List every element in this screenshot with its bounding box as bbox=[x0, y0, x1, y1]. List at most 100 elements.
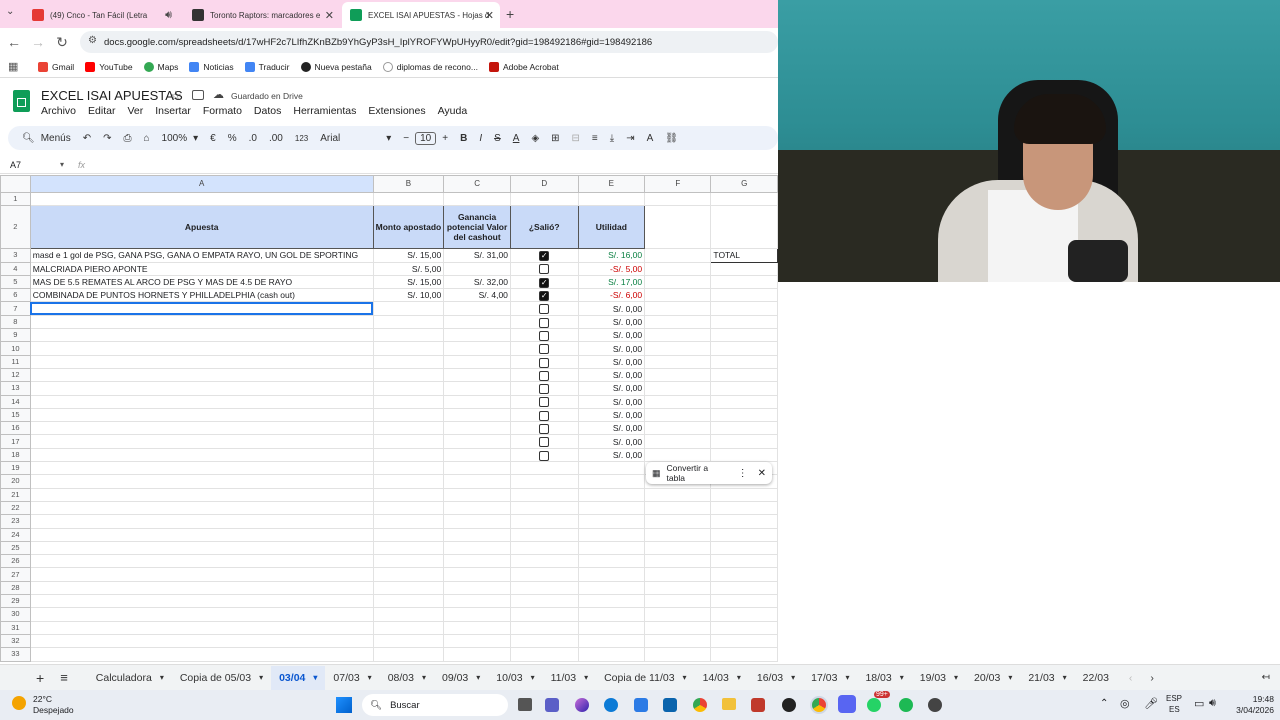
cell-utilidad[interactable] bbox=[577, 474, 646, 489]
menu-editar[interactable]: Editar bbox=[88, 105, 115, 117]
cell-utilidad[interactable]: S/. 0,00 bbox=[577, 447, 646, 463]
chevron-down-icon[interactable]: ▾ bbox=[386, 133, 391, 144]
row-header[interactable]: 11 bbox=[0, 354, 31, 369]
chevron-down-icon[interactable]: ▾ bbox=[259, 673, 263, 682]
cell[interactable] bbox=[644, 554, 712, 569]
forward-arrow-icon[interactable]: → bbox=[26, 34, 50, 50]
cell[interactable] bbox=[644, 191, 712, 207]
cell[interactable] bbox=[644, 288, 712, 303]
cell[interactable] bbox=[710, 580, 778, 596]
row-header[interactable]: 9 bbox=[0, 328, 31, 343]
cell-monto[interactable] bbox=[372, 594, 445, 609]
cell[interactable] bbox=[710, 567, 778, 582]
microphone-icon[interactable]: 🎤︎ bbox=[1144, 697, 1158, 710]
cell[interactable] bbox=[29, 191, 374, 207]
cell-monto[interactable] bbox=[372, 394, 445, 409]
cell-ganancia[interactable]: S/. 32,00 bbox=[443, 274, 511, 290]
tab-search-chevron-icon[interactable]: ⌄ bbox=[6, 6, 14, 17]
cell-apuesta[interactable] bbox=[29, 328, 374, 343]
cell-apuesta[interactable] bbox=[29, 434, 374, 449]
cell-monto[interactable] bbox=[372, 487, 445, 502]
checkbox[interactable] bbox=[539, 357, 550, 368]
print-icon[interactable]: ⎙ bbox=[124, 133, 132, 144]
link-icon[interactable]: ⛓ bbox=[665, 133, 678, 144]
word-icon[interactable] bbox=[751, 698, 765, 712]
cell-utilidad[interactable] bbox=[577, 514, 646, 529]
cell-ganancia[interactable] bbox=[443, 620, 511, 635]
cell[interactable] bbox=[710, 500, 778, 516]
cell-utilidad[interactable] bbox=[577, 594, 646, 609]
checkbox[interactable] bbox=[539, 317, 550, 328]
cell[interactable] bbox=[710, 527, 778, 542]
chevron-down-icon[interactable]: ▾ bbox=[368, 673, 372, 682]
cell-ganancia[interactable] bbox=[443, 381, 511, 396]
cell[interactable] bbox=[644, 261, 712, 276]
checkbox[interactable] bbox=[539, 304, 550, 315]
doc-title[interactable]: EXCEL ISAI APUESTAS bbox=[41, 88, 183, 103]
cell-utilidad[interactable] bbox=[577, 580, 646, 596]
weather-sun-icon[interactable] bbox=[12, 696, 26, 710]
row-header[interactable]: 7 bbox=[0, 301, 31, 316]
cell[interactable] bbox=[644, 594, 712, 609]
cell[interactable] bbox=[644, 301, 712, 316]
store-icon[interactable] bbox=[634, 698, 648, 712]
select-all-corner[interactable] bbox=[0, 175, 31, 193]
menu-extensiones[interactable]: Extensiones bbox=[368, 105, 425, 117]
cell-monto[interactable] bbox=[372, 354, 445, 369]
bookmark-youtube[interactable]: YouTube bbox=[85, 61, 133, 72]
site-info-icon[interactable]: ⚙ bbox=[88, 35, 97, 46]
windows-start-icon[interactable] bbox=[336, 697, 352, 713]
column-header-f[interactable]: F bbox=[644, 175, 712, 193]
column-header-g[interactable]: G bbox=[710, 175, 778, 193]
opera-icon[interactable] bbox=[782, 698, 796, 712]
sheet-tab[interactable]: 07/03 ▾ bbox=[325, 666, 379, 690]
cell-utilidad[interactable]: S/. 0,00 bbox=[577, 341, 646, 356]
cell-ganancia[interactable] bbox=[443, 394, 511, 409]
row-header[interactable]: 23 bbox=[0, 514, 31, 529]
align-left-icon[interactable]: ≡ bbox=[592, 133, 598, 144]
bookmark-diplomas[interactable]: diplomas de recono... bbox=[382, 61, 478, 72]
sheet-tab[interactable]: 20/03 ▾ bbox=[966, 666, 1020, 690]
row-header[interactable]: 14 bbox=[0, 394, 31, 409]
row-header[interactable]: 10 bbox=[0, 341, 31, 356]
cell-utilidad[interactable]: -S/. 6,00 bbox=[577, 288, 646, 303]
menu-archivo[interactable]: Archivo bbox=[41, 105, 76, 117]
cell-utilidad[interactable]: S/. 16,00 bbox=[577, 248, 646, 263]
cell-ganancia[interactable] bbox=[443, 567, 511, 582]
currency-format-button[interactable]: € bbox=[210, 133, 216, 144]
cell-ganancia[interactable] bbox=[443, 328, 511, 343]
sheet-tab[interactable]: 21/03 ▾ bbox=[1020, 666, 1074, 690]
cell-apuesta[interactable] bbox=[29, 594, 374, 609]
menu-insertar[interactable]: Insertar bbox=[155, 105, 191, 117]
cell[interactable] bbox=[644, 487, 712, 502]
cell-utilidad[interactable]: S/. 0,00 bbox=[577, 354, 646, 369]
cell[interactable] bbox=[577, 191, 646, 207]
checkbox[interactable]: ✓ bbox=[539, 291, 550, 301]
cell[interactable] bbox=[710, 647, 778, 662]
cell[interactable] bbox=[710, 594, 778, 609]
cell-monto[interactable]: S/. 15,00 bbox=[372, 274, 445, 290]
borders-icon[interactable]: ⊞ bbox=[551, 133, 559, 144]
chevron-down-icon[interactable]: ▾ bbox=[683, 673, 687, 682]
chrome-active-icon[interactable] bbox=[810, 696, 828, 714]
row-header[interactable]: 15 bbox=[0, 407, 31, 423]
cell-utilidad[interactable] bbox=[577, 461, 646, 476]
row-header[interactable]: 12 bbox=[0, 367, 31, 383]
cell-apuesta[interactable] bbox=[29, 367, 374, 383]
bookmark-gmail[interactable]: Gmail bbox=[38, 61, 74, 72]
sheet-tab[interactable]: 16/03 ▾ bbox=[749, 666, 803, 690]
cell[interactable] bbox=[372, 191, 445, 207]
cell-monto[interactable] bbox=[372, 341, 445, 356]
cell[interactable] bbox=[710, 407, 778, 423]
row-header[interactable]: 6 bbox=[0, 288, 31, 303]
header-monto[interactable]: Monto apostado bbox=[372, 205, 445, 250]
menu-herramientas[interactable]: Herramientas bbox=[293, 105, 356, 117]
cell-ganancia[interactable] bbox=[443, 421, 511, 436]
chevron-down-icon[interactable]: ▾ bbox=[845, 673, 849, 682]
cell-apuesta[interactable] bbox=[29, 514, 374, 529]
cell-apuesta[interactable] bbox=[29, 461, 374, 476]
cell[interactable] bbox=[644, 514, 712, 529]
cell-monto[interactable] bbox=[372, 620, 445, 635]
cell-ganancia[interactable]: S/. 31,00 bbox=[443, 248, 511, 263]
cell-monto[interactable] bbox=[372, 421, 445, 436]
